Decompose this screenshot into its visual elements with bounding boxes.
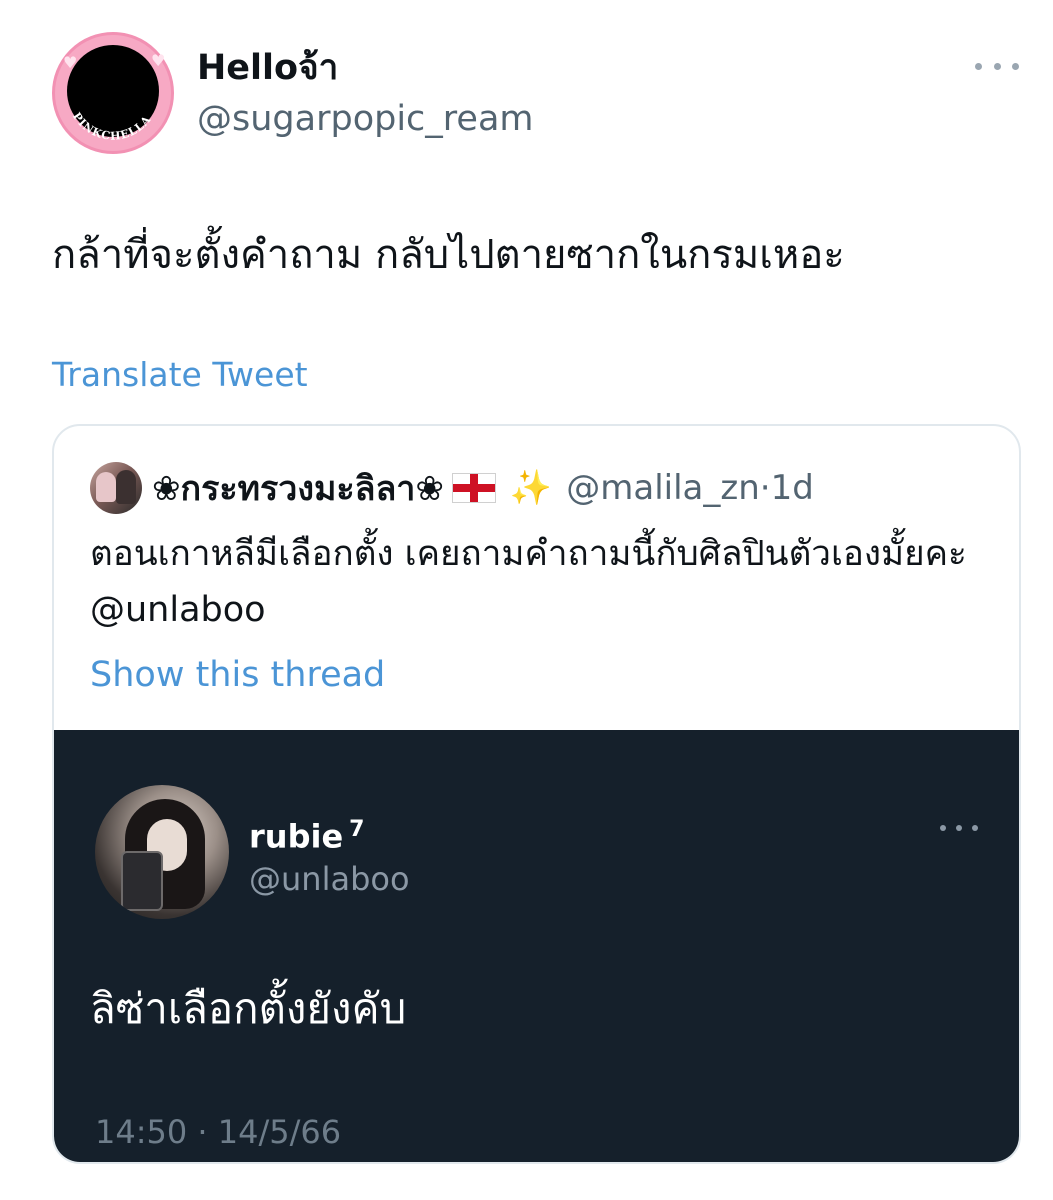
more-options-icon[interactable] bbox=[975, 52, 1019, 80]
quoted-author-handle[interactable]: @malila_zn·1d bbox=[566, 468, 814, 508]
separator-dot: · bbox=[759, 468, 771, 508]
embedded-timestamp: 14:50 · 14/5/66 bbox=[95, 1113, 342, 1151]
england-flag-icon bbox=[451, 473, 496, 503]
quoted-tweet-text: ตอนเกาหลีมีเลือกตั้ง เคยถามคำถามนี้กับศิ… bbox=[90, 534, 967, 630]
author-avatar[interactable]: ♥ ♥ PINKCHELLA bbox=[52, 32, 174, 154]
quoted-tweet-card[interactable]: ❀กระทรวงมะลิลา❀ ✨ @malila_zn·1d ตอนเกาหล… bbox=[52, 424, 1021, 1164]
avatar-ring-text: PINKCHELLA bbox=[70, 110, 154, 143]
quoted-author-avatar[interactable] bbox=[90, 462, 142, 514]
author-handle[interactable]: @sugarpopic_ream bbox=[197, 95, 533, 143]
embedded-screenshot-image[interactable]: rubie 7 @unlaboo ลิซ่าเลือกตั้งยังคับ 14:… bbox=[54, 730, 1019, 1162]
embedded-author-avatar bbox=[95, 785, 229, 919]
embedded-author-handle: @unlaboo bbox=[249, 860, 410, 898]
quoted-tweet-header: ❀กระทรวงมะลิลา❀ ✨ @malila_zn·1d bbox=[152, 462, 814, 514]
more-options-icon bbox=[940, 818, 978, 838]
embedded-tweet-text: ลิซ่าเลือกตั้งยังคับ bbox=[90, 984, 407, 1033]
tweet-text: กล้าที่จะตั้งคำถาม กลับไปตายซากในกรมเหอะ bbox=[52, 232, 845, 278]
svg-text:PINKCHELLA: PINKCHELLA bbox=[70, 110, 154, 143]
quoted-author-name[interactable]: ❀กระทรวงมะลิลา❀ bbox=[152, 461, 444, 515]
quoted-time-ago: 1d bbox=[770, 468, 814, 508]
translate-tweet-link[interactable]: Translate Tweet bbox=[52, 352, 308, 398]
author-name[interactable]: Helloจ้า bbox=[197, 44, 338, 92]
sparkles-icon: ✨ bbox=[509, 468, 553, 508]
embedded-author-name: rubie 7 bbox=[249, 817, 365, 856]
show-thread-link[interactable]: Show this thread bbox=[90, 650, 385, 700]
